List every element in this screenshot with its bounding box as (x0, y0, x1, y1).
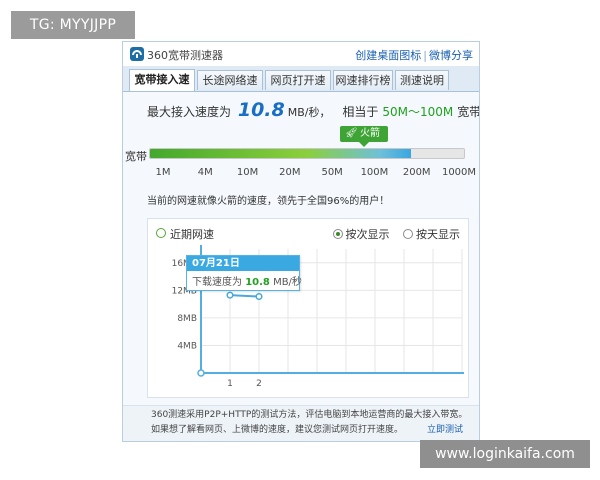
rocket-badge-label: 火箭 (360, 128, 380, 139)
link-separator: | (423, 49, 427, 62)
radio-by-day-label[interactable]: 按天显示 (416, 228, 460, 241)
speed-prefix: 最大接入速度为 (147, 105, 232, 119)
tab-webpage-open-speed[interactable]: 网页打开速度 (265, 70, 331, 107)
rocket-badge: 🚀︎ 火箭 (340, 126, 388, 147)
speed-unit: MB/秒， (287, 106, 331, 119)
tab-long-distance-speed[interactable]: 长途网络速度 (197, 70, 263, 107)
y-tick-label: 4MB (177, 341, 197, 351)
series-point (255, 292, 263, 301)
equivalent-prefix: 相当于 (342, 105, 379, 119)
speed-scale-tick: 10M (236, 167, 259, 178)
tooltip-date: 07月21日 (187, 256, 299, 271)
tooltip-label: 下载速度为 (192, 277, 242, 288)
tab-bar: 宽带接入速度 长途网络速度 网页打开速度 网速排行榜 测速说明 (123, 66, 479, 107)
comparison-text: 当前的网速就像火箭的速度，领先于全国96%的用户！ (147, 196, 390, 207)
speed-bar-fill (150, 149, 411, 158)
test-now-link[interactable]: 立即测试 (427, 423, 463, 438)
tooltip-body: 下载速度为 10.8 MB/秒 (192, 273, 302, 288)
equivalent-range: 50M～100M (382, 105, 454, 119)
radio-by-count-label[interactable]: 按次显示 (346, 228, 390, 241)
recent-speed-chart: 4MB8MB12MB16MB1 2 (172, 245, 464, 389)
clock-icon (156, 228, 166, 238)
series-point (226, 291, 234, 299)
speed-bar-track (149, 148, 465, 159)
create-desktop-icon-link[interactable]: 创建桌面图标 (355, 49, 421, 62)
watermark-bottom-right: www.loginkaifa.com (420, 440, 590, 468)
recent-speed-title: 近期网速 (170, 228, 214, 241)
radio-by-day[interactable] (403, 229, 413, 239)
radio-by-count[interactable] (332, 229, 343, 239)
speed-scale-tick: 20M (279, 167, 301, 178)
tooltip-unit: MB/秒 (273, 277, 302, 288)
tab-broadband-access-speed[interactable]: 宽带接入速度 (129, 69, 195, 106)
tooltip-value: 10.8 (245, 277, 270, 288)
speed-scale-tick: 4M (197, 167, 213, 178)
rocket-icon: 🚀︎ (345, 128, 358, 139)
speed-scale-tick: 1M (155, 167, 171, 178)
y-tick-label: 8MB (177, 314, 197, 324)
equivalent-suffix: 宽带 (457, 105, 480, 119)
speedtest-window: 360宽带测速器 创建桌面图标|微博分享 宽带接入速度 长途网络速度 网页打开速… (122, 41, 480, 442)
speed-bar-label: 宽带 (125, 150, 147, 163)
app-logo-icon (130, 47, 144, 61)
speed-scale-tick: 1000M (441, 167, 477, 178)
title-bar: 360宽带测速器 创建桌面图标 | 微博分享 (123, 42, 479, 66)
speed-scale-tick: 50M (321, 167, 343, 178)
view-mode-options: 按次显示 按天显示 (332, 226, 460, 242)
weibo-share-link[interactable]: 微博分享 (429, 49, 473, 62)
x-tick-label: 1 (227, 379, 233, 389)
title-links: 创建桌面图标 | 微博分享 (355, 47, 473, 63)
page: TG: MYYJJPP 360宽带测速器 创建桌面图标|微博分享 宽带接入速度 … (0, 0, 600, 480)
speed-value: 10.8 (237, 99, 285, 121)
tab-speed-instructions[interactable]: 测速说明 (395, 70, 449, 90)
speed-scale-tick: 200M (402, 167, 431, 178)
footer-line-2: 如果想了解看网页、上微博的速度，建议您测试网页打开速度。 (151, 425, 404, 435)
watermark-top-left: TG: MYYJJPP (11, 11, 135, 39)
axis-origin-marker (197, 369, 205, 377)
footer-line-1: 360测速采用P2P+HTTP的测试方法，评估电脑到本地运营商的最大接入带宽。 (151, 410, 468, 420)
speed-scale-ticks: 1M 4M 10M 20M 50M 100M 200M 1000M (123, 167, 479, 181)
series-line (229, 294, 260, 298)
footer-info: 360测速采用P2P+HTTP的测试方法，评估电脑到本地运营商的最大接入带宽。 … (123, 405, 479, 441)
window-title: 360宽带测速器 (147, 49, 223, 62)
speed-result: 最大接入速度为 10.8 MB/秒， 相当于 50M～100M 宽带 (147, 99, 480, 121)
speed-scale-tick: 100M (360, 167, 389, 178)
content-area: 最大接入速度为 10.8 MB/秒， 相当于 50M～100M 宽带 🚀︎ 火箭 宽带… (123, 92, 479, 441)
x-tick-label: 2 (256, 379, 262, 389)
recent-speed-panel: 4MB 8MB 12MB 16MB 1 2 近期网速 按次显示 按天显示 07月21日 下… (147, 218, 469, 398)
speed-tooltip: 07月21日 下载速度为 10.8 MB/秒 (186, 255, 302, 291)
tab-speed-ranking[interactable]: 网速排行榜 (333, 70, 393, 90)
